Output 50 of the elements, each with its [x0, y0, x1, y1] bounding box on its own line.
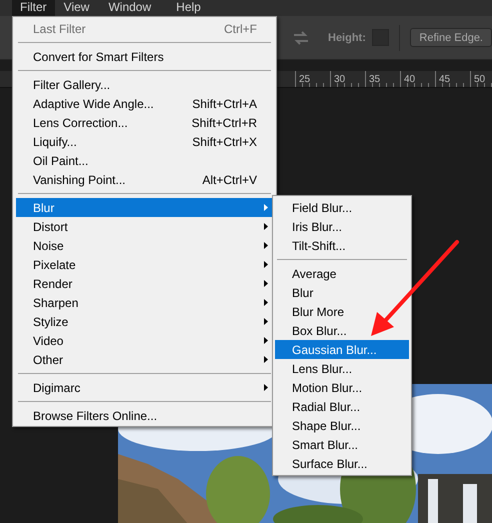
menu-item[interactable]: Tilt-Shift...: [275, 236, 409, 255]
shortcut-label: Alt+Ctrl+V: [201, 172, 257, 186]
menu-item[interactable]: Blur: [16, 198, 273, 217]
menu-bar-item[interactable]: View: [56, 0, 98, 16]
refine-edge-button[interactable]: Refine Edge.: [410, 28, 492, 47]
menu-item[interactable]: Adaptive Wide Angle... Shift+Ctrl+A: [16, 94, 273, 113]
menu-item[interactable]: Digimarc: [16, 378, 273, 397]
menu-item[interactable]: Iris Blur...: [275, 217, 409, 236]
menu-item[interactable]: Filter Gallery...: [16, 75, 273, 94]
menu-item[interactable]: Render: [16, 274, 273, 293]
height-label: Height:: [328, 32, 366, 44]
menu-bar-item[interactable]: Window: [100, 0, 160, 16]
ruler-number: 40: [403, 74, 416, 85]
ruler-number: 30: [333, 74, 346, 85]
menu-item[interactable]: Convert for Smart Filters: [16, 47, 273, 66]
menu-item[interactable]: Average: [275, 264, 409, 283]
menu-item[interactable]: Other: [16, 350, 273, 369]
shortcut-label: Shift+Ctrl+R: [190, 116, 257, 130]
ruler-number: 45: [438, 74, 450, 85]
menu-item[interactable]: Video: [16, 331, 273, 350]
menu-item[interactable]: Browse Filters Online...: [16, 406, 273, 425]
ruler-number: 25: [298, 74, 310, 85]
menu-item[interactable]: Box Blur...: [275, 321, 409, 340]
menu-item[interactable]: Noise: [16, 236, 273, 255]
menu-item[interactable]: Motion Blur...: [275, 378, 409, 397]
menu-item[interactable]: Blur: [275, 283, 409, 302]
menu-item[interactable]: Lens Correction... Shift+Ctrl+R: [16, 113, 273, 132]
shortcut-label: Shift+Ctrl+A: [191, 96, 257, 110]
menu-item[interactable]: Pixelate: [16, 255, 273, 274]
menu-item[interactable]: Vanishing Point... Alt+Ctrl+V: [16, 170, 273, 189]
menu-item[interactable]: Blur More: [275, 302, 409, 321]
menu-item[interactable]: Stylize: [16, 312, 273, 331]
menu-item[interactable]: Distort: [16, 217, 273, 236]
shortcut-label: Ctrl+F: [223, 22, 257, 36]
menu-item[interactable]: Oil Paint...: [16, 151, 273, 170]
menu-bar-item[interactable]: Filter: [12, 0, 55, 16]
menu-item[interactable]: Lens Blur...: [275, 359, 409, 378]
menu-item[interactable]: Sharpen: [16, 293, 273, 312]
menu-item[interactable]: Radial Blur...: [275, 397, 409, 416]
menu-item[interactable]: Liquify... Shift+Ctrl+X: [16, 132, 273, 151]
ruler-number: 35: [368, 74, 380, 85]
ruler-number: 50: [473, 74, 486, 85]
menu-item[interactable]: Smart Blur...: [275, 435, 409, 454]
menu-bar-item[interactable]: Help: [168, 0, 209, 16]
menu-item[interactable]: Shape Blur...: [275, 416, 409, 435]
menu-item[interactable]: Field Blur...: [275, 198, 409, 217]
menu-item[interactable]: Surface Blur...: [275, 454, 409, 473]
swap-icon[interactable]: [292, 30, 310, 44]
shortcut-label: Shift+Ctrl+X: [191, 134, 257, 148]
menu-item[interactable]: Gaussian Blur...: [275, 340, 409, 359]
